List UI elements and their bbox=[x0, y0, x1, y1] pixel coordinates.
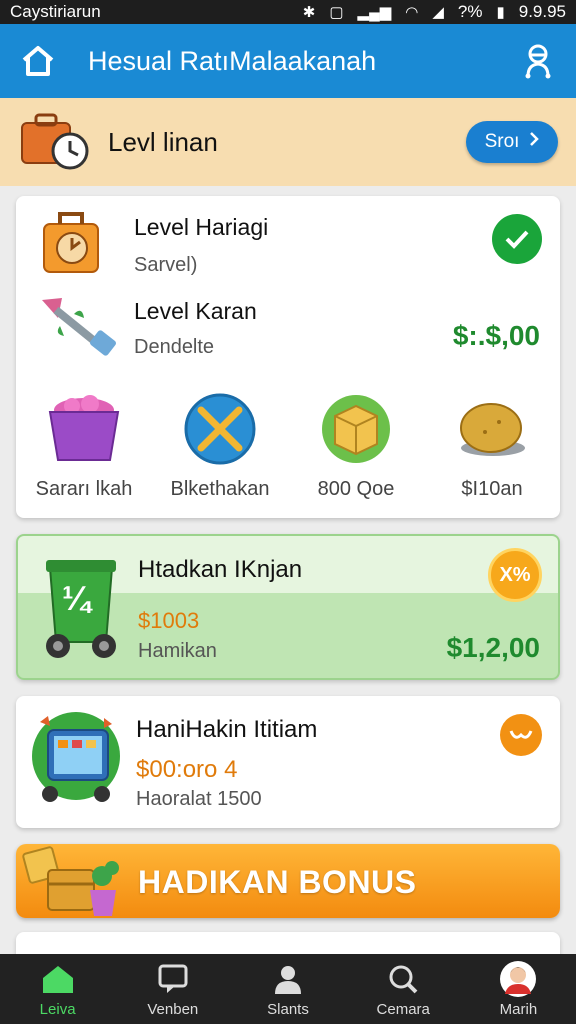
chat-icon bbox=[157, 961, 189, 997]
tablet-cart-icon bbox=[30, 710, 122, 811]
reward-items: Sararı lkah Blkethakan 800 Qoe $I10an bbox=[16, 392, 560, 501]
nav-label: Leiva bbox=[39, 1000, 76, 1018]
level-card: Level Hariagi Sarvel) Level Karan Dendel… bbox=[16, 196, 560, 518]
offer-card[interactable]: ¼ Htadkan IKnjan $1003 Hamikan $1,2,00 X… bbox=[16, 534, 560, 680]
box-icon bbox=[322, 395, 390, 463]
status-icons: ✱ ▢ ▂▄▆ ◠ ◢ ?% ▮ 9.9.95 bbox=[303, 2, 566, 22]
banner-title: Levl linan bbox=[108, 126, 218, 157]
search-icon bbox=[387, 961, 419, 997]
home-icon bbox=[40, 961, 76, 997]
carrier-label: Caystiriarun bbox=[10, 2, 101, 21]
nav-item-slants[interactable]: Slants bbox=[230, 954, 345, 1024]
avatar bbox=[499, 960, 537, 997]
reward-item[interactable]: Sararı lkah bbox=[16, 392, 152, 501]
gift-boxes-icon bbox=[20, 836, 130, 925]
battery-percent: ?% bbox=[457, 2, 483, 21]
clock: 9.9.95 bbox=[518, 2, 566, 21]
hanihakin-title: HaniHakin Ititiam bbox=[136, 716, 318, 743]
hanihakin-subtitle: Haoralat 1500 bbox=[136, 788, 262, 810]
banner-button-label: Sroı bbox=[484, 131, 520, 152]
nav-item-cemara[interactable]: Cemara bbox=[346, 954, 461, 1024]
bluetooth-icon: ✱ bbox=[302, 4, 316, 21]
reward-item-label: $I10an bbox=[461, 478, 523, 500]
banner-button[interactable]: Sroı bbox=[466, 121, 558, 163]
signal-icon-2: ◢ bbox=[432, 4, 444, 21]
reward-item[interactable]: 800 Qoe bbox=[288, 392, 424, 501]
arrow-hammer-icon bbox=[36, 292, 118, 369]
status-bar: Caystiriarun ✱ ▢ ▂▄▆ ◠ ◢ ?% ▮ 9.9.95 bbox=[0, 0, 576, 24]
purple-basket-icon bbox=[48, 395, 120, 461]
app-title: Hesual RatıMalaakanah bbox=[88, 45, 377, 76]
bonus-banner[interactable]: HADIKAN BONUS bbox=[16, 844, 560, 918]
nav-item-venben[interactable]: Venben bbox=[115, 954, 230, 1024]
row-price: $:.$,00 bbox=[452, 320, 540, 351]
offer-price-orange: $1003 bbox=[138, 608, 200, 633]
trash-cart-icon: ¼ bbox=[40, 554, 122, 667]
bonus-label: HADIKAN BONUS bbox=[138, 864, 417, 900]
reward-item-label: 800 Qoe bbox=[317, 478, 395, 500]
signal-icon: ▂▄▆ bbox=[357, 4, 392, 21]
nfc-icon: ▢ bbox=[329, 4, 344, 21]
bow-icon[interactable] bbox=[500, 714, 542, 756]
nav-item-marih[interactable]: Marih bbox=[461, 954, 576, 1024]
offer-subtitle: Hamikan bbox=[138, 640, 217, 662]
reward-item[interactable]: Blkethakan bbox=[152, 392, 288, 501]
reward-item-label: Sararı lkah bbox=[35, 478, 133, 500]
home-icon[interactable] bbox=[18, 41, 58, 81]
hanihakin-price-orange: $00:oro 4 bbox=[136, 756, 238, 783]
bread-icon bbox=[460, 403, 525, 456]
nav-label: Slants bbox=[267, 1000, 309, 1018]
row-title: Level Hariagi bbox=[134, 214, 269, 240]
wifi-icon: ◠ bbox=[405, 4, 419, 21]
suitcase-clock-icon bbox=[18, 109, 90, 176]
reward-item[interactable]: $I10an bbox=[424, 392, 560, 501]
trash-cart-label: ¼ bbox=[62, 580, 91, 618]
app-bar: Hesual RatıMalaakanah bbox=[0, 24, 576, 98]
reward-item-label: Blkethakan bbox=[170, 478, 270, 500]
discount-badge[interactable]: X% bbox=[488, 548, 542, 602]
nav-label: Cemara bbox=[376, 1000, 430, 1018]
nav-label: Marih bbox=[499, 1000, 538, 1018]
row-title: Level Karan bbox=[134, 298, 257, 324]
chevron-right-icon bbox=[529, 131, 540, 153]
battery-icon: ▮ bbox=[496, 4, 505, 21]
profile-icon[interactable] bbox=[518, 41, 558, 81]
offer-price: $1,2,00 bbox=[446, 632, 540, 663]
row-subtitle: Sarvel) bbox=[134, 254, 198, 276]
nav-item-leiva[interactable]: Leiva bbox=[0, 954, 115, 1024]
bottom-nav: Leiva Venben Slants Cemara Marih bbox=[0, 954, 576, 1024]
check-icon[interactable] bbox=[492, 214, 542, 264]
person-icon bbox=[272, 961, 304, 997]
bag-clock-icon bbox=[40, 206, 104, 281]
level-banner: Levl linan Sroı bbox=[0, 98, 576, 186]
nav-label: Venben bbox=[147, 1000, 199, 1018]
row-subtitle: Dendelte bbox=[134, 336, 215, 358]
crossed-tools-icon bbox=[184, 393, 256, 465]
hanihakin-card[interactable]: HaniHakin Ititiam $00:oro 4 Haoralat 150… bbox=[16, 696, 560, 828]
offer-title: Htadkan IKnjan bbox=[138, 556, 303, 583]
